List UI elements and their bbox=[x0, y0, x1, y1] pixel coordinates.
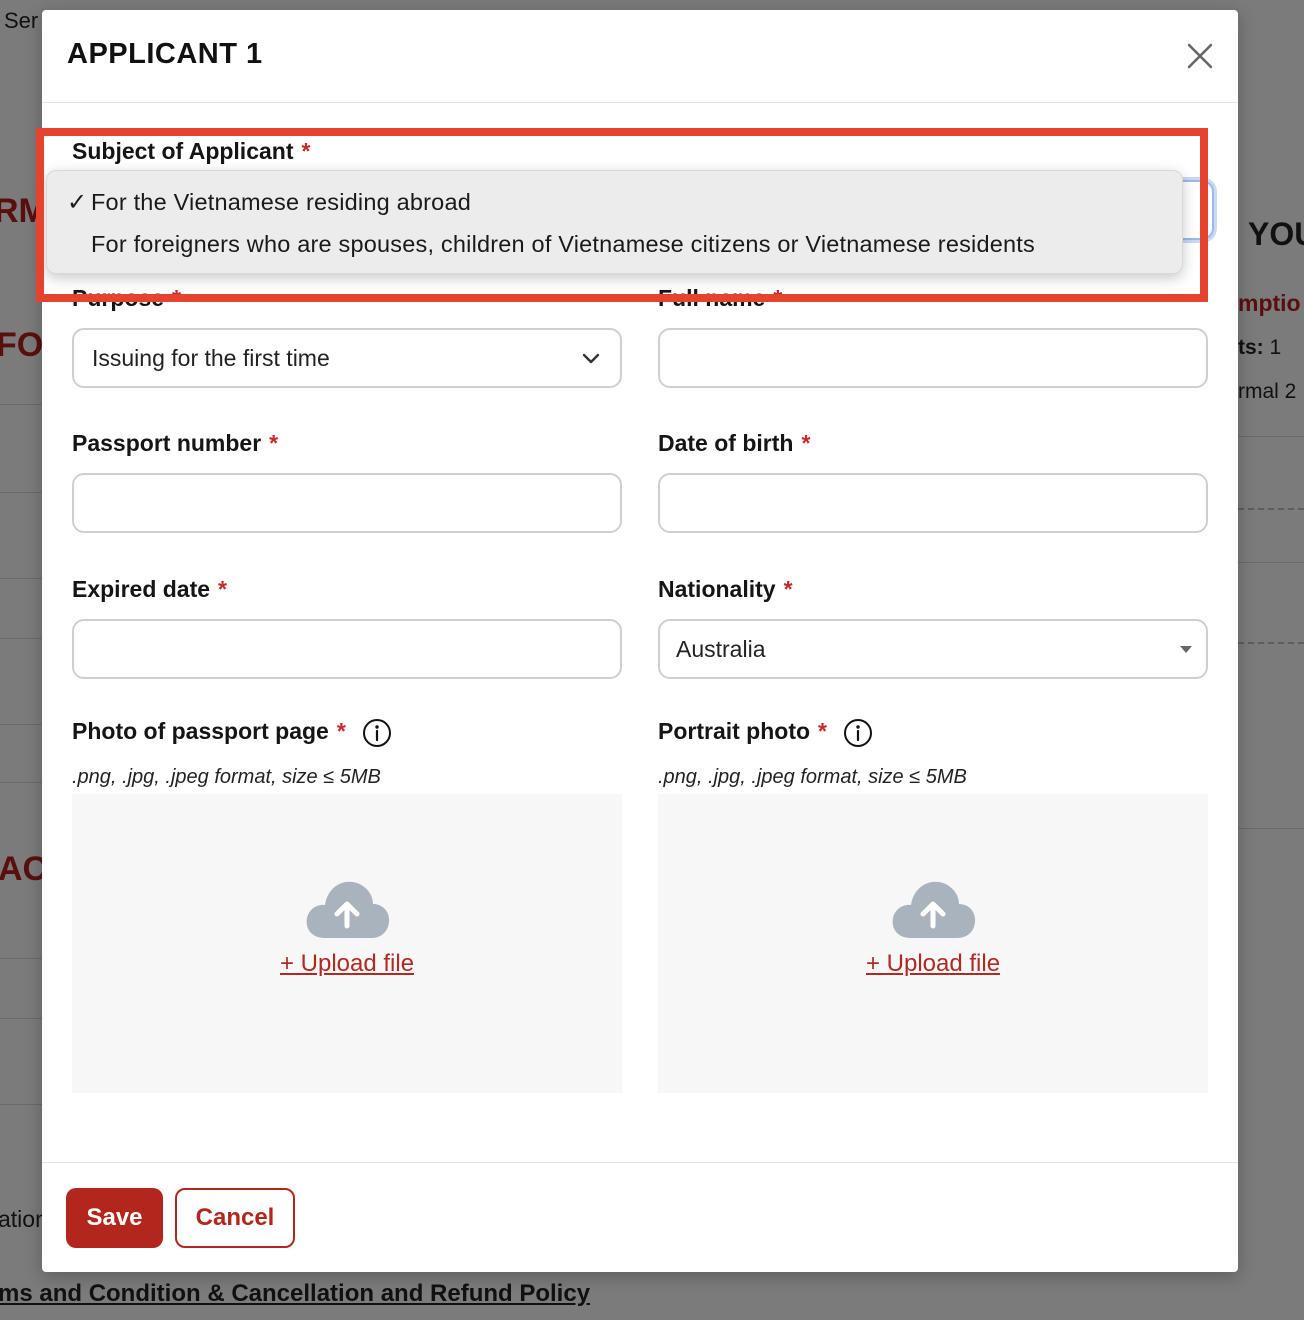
bg-fragment-ac: AC bbox=[0, 850, 48, 888]
close-button[interactable] bbox=[1184, 40, 1216, 72]
bg-fragment-ation: ation bbox=[0, 1206, 48, 1232]
cloud-upload-icon bbox=[306, 881, 390, 938]
portrait-photo-label: Portrait photo * bbox=[658, 718, 873, 748]
expired-date-label: Expired date * bbox=[72, 576, 227, 602]
bg-right-heading: YOU bbox=[1248, 216, 1304, 252]
bg-divider bbox=[0, 578, 42, 579]
subject-dropdown-menu: ✓ For the Vietnamese residing abroad For… bbox=[46, 170, 1183, 274]
nationality-select[interactable]: Australia bbox=[658, 619, 1208, 679]
passport-photo-dropzone[interactable]: + Upload file bbox=[72, 794, 622, 1093]
bg-dashed-divider bbox=[1238, 642, 1304, 644]
bg-divider bbox=[1238, 436, 1304, 437]
bg-divider bbox=[0, 1018, 42, 1019]
close-icon bbox=[1187, 43, 1213, 69]
bg-divider bbox=[0, 404, 42, 405]
check-icon: ✓ bbox=[67, 188, 88, 216]
portrait-photo-hint: .png, .jpg, .jpeg format, size ≤ 5MB bbox=[658, 766, 967, 788]
bg-divider bbox=[0, 724, 42, 725]
subject-label: Subject of Applicant * bbox=[72, 138, 311, 164]
bg-right-normal: rmal 2 bbox=[1238, 380, 1297, 403]
purpose-select[interactable]: Issuing for the first time bbox=[72, 328, 622, 388]
dropdown-option-label: For foreigners who are spouses, children… bbox=[91, 230, 1035, 257]
bg-policy-link[interactable]: ms and Condition & Cancellation and Refu… bbox=[0, 1280, 590, 1308]
nationality-value: Australia bbox=[676, 635, 766, 662]
portrait-photo-upload-link[interactable]: + Upload file bbox=[658, 950, 1208, 978]
modal-header: APPLICANT 1 bbox=[42, 10, 1238, 103]
cloud-upload-icon bbox=[892, 881, 976, 938]
bg-divider bbox=[0, 782, 42, 783]
info-icon[interactable] bbox=[843, 718, 873, 748]
bg-divider bbox=[0, 638, 42, 639]
bg-right-red: mptio bbox=[1238, 290, 1301, 316]
passport-photo-upload-link[interactable]: + Upload file bbox=[72, 950, 622, 978]
cancel-button[interactable]: Cancel bbox=[175, 1188, 295, 1248]
passport-number-label: Passport number * bbox=[72, 430, 279, 456]
bg-divider bbox=[0, 958, 42, 959]
modal-footer-divider bbox=[42, 1162, 1238, 1163]
bg-divider bbox=[0, 492, 42, 493]
expired-date-input[interactable] bbox=[72, 619, 622, 679]
purpose-label: Purpose * bbox=[72, 285, 181, 311]
dropdown-option-foreigners[interactable]: For foreigners who are spouses, children… bbox=[47, 223, 1182, 265]
bg-right-count-label: ts: 1 bbox=[1238, 336, 1282, 359]
passport-number-input[interactable] bbox=[72, 473, 622, 533]
purpose-value: Issuing for the first time bbox=[92, 344, 330, 371]
bg-divider bbox=[1238, 562, 1304, 563]
portrait-photo-dropzone[interactable]: + Upload file bbox=[658, 794, 1208, 1093]
nationality-label: Nationality * bbox=[658, 576, 793, 602]
passport-photo-hint: .png, .jpg, .jpeg format, size ≤ 5MB bbox=[72, 766, 381, 788]
caret-down-icon bbox=[1180, 645, 1192, 653]
dropdown-option-vietnamese-abroad[interactable]: ✓ For the Vietnamese residing abroad bbox=[47, 181, 1182, 223]
info-icon[interactable] bbox=[362, 718, 392, 748]
bg-top-left-text: Ser bbox=[4, 8, 39, 33]
date-of-birth-label: Date of birth * bbox=[658, 430, 811, 456]
date-of-birth-input[interactable] bbox=[658, 473, 1208, 533]
save-button[interactable]: Save bbox=[66, 1188, 163, 1248]
bg-divider bbox=[1238, 828, 1304, 829]
passport-photo-label: Photo of passport page * bbox=[72, 718, 392, 748]
chevron-down-icon bbox=[582, 353, 600, 364]
bg-dashed-divider bbox=[1238, 508, 1304, 510]
bg-divider bbox=[0, 1104, 42, 1105]
modal-title: APPLICANT 1 bbox=[67, 38, 263, 70]
full-name-label: Full name * bbox=[658, 285, 783, 311]
bg-fragment-rm: RM bbox=[0, 192, 47, 230]
dropdown-option-label: For the Vietnamese residing abroad bbox=[91, 188, 471, 215]
full-name-input[interactable] bbox=[658, 328, 1208, 388]
bg-fragment-fo: FO bbox=[0, 326, 44, 364]
